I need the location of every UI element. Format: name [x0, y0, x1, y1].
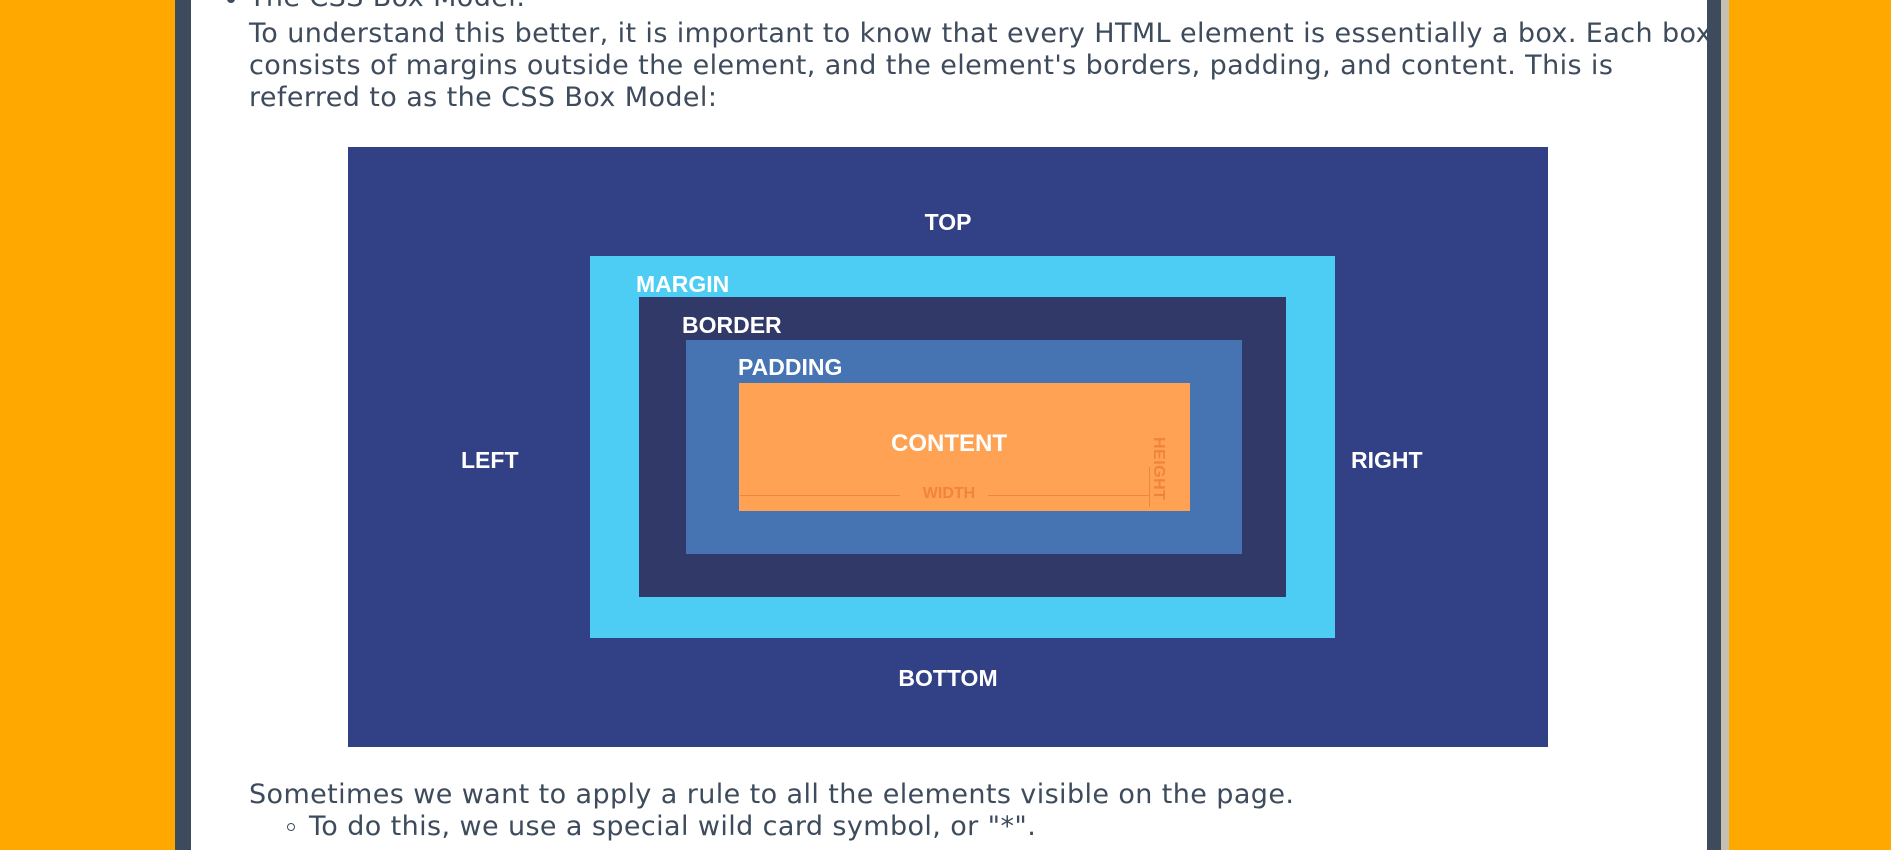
top-label: TOP	[924, 209, 972, 235]
height-label: HEIGHT	[1150, 437, 1167, 501]
left-label: LEFT	[461, 447, 519, 473]
paragraph-line: To understand this better, it is importa…	[249, 18, 1707, 49]
width-label: WIDTH	[922, 485, 976, 502]
list-item-label: The CSS Box Model:	[249, 0, 526, 14]
list-item: To do this, we use a special wild card s…	[191, 811, 1671, 843]
list-item-label: To do this, we use a special wild card s…	[309, 811, 1037, 842]
bullet-dot-icon	[227, 0, 235, 3]
list-item: The CSS Box Model:	[191, 0, 1671, 14]
universal-selector-paragraph: Sometimes we want to apply a rule to all…	[249, 779, 1295, 810]
border-label: BORDER	[682, 312, 782, 338]
content-panel: The CSS Box Model: To understand this be…	[191, 0, 1707, 850]
right-label: RIGHT	[1351, 447, 1423, 473]
padding-label: PADDING	[738, 354, 843, 380]
paragraph-line: consists of margins outside the element,…	[249, 50, 1614, 81]
bottom-label: BOTTOM	[898, 665, 998, 691]
scrollbar-track[interactable]	[1721, 0, 1729, 850]
box-model-intro-paragraph: To understand this better, it is importa…	[249, 18, 1707, 114]
hollow-bullet-icon	[287, 823, 295, 831]
box-model-diagram: TOP BOTTOM LEFT RIGHT MARGIN BORDER PADD…	[348, 147, 1548, 747]
content-label: CONTENT	[891, 430, 1007, 457]
margin-label: MARGIN	[636, 271, 730, 297]
paragraph-line: referred to as the CSS Box Model:	[249, 82, 718, 113]
